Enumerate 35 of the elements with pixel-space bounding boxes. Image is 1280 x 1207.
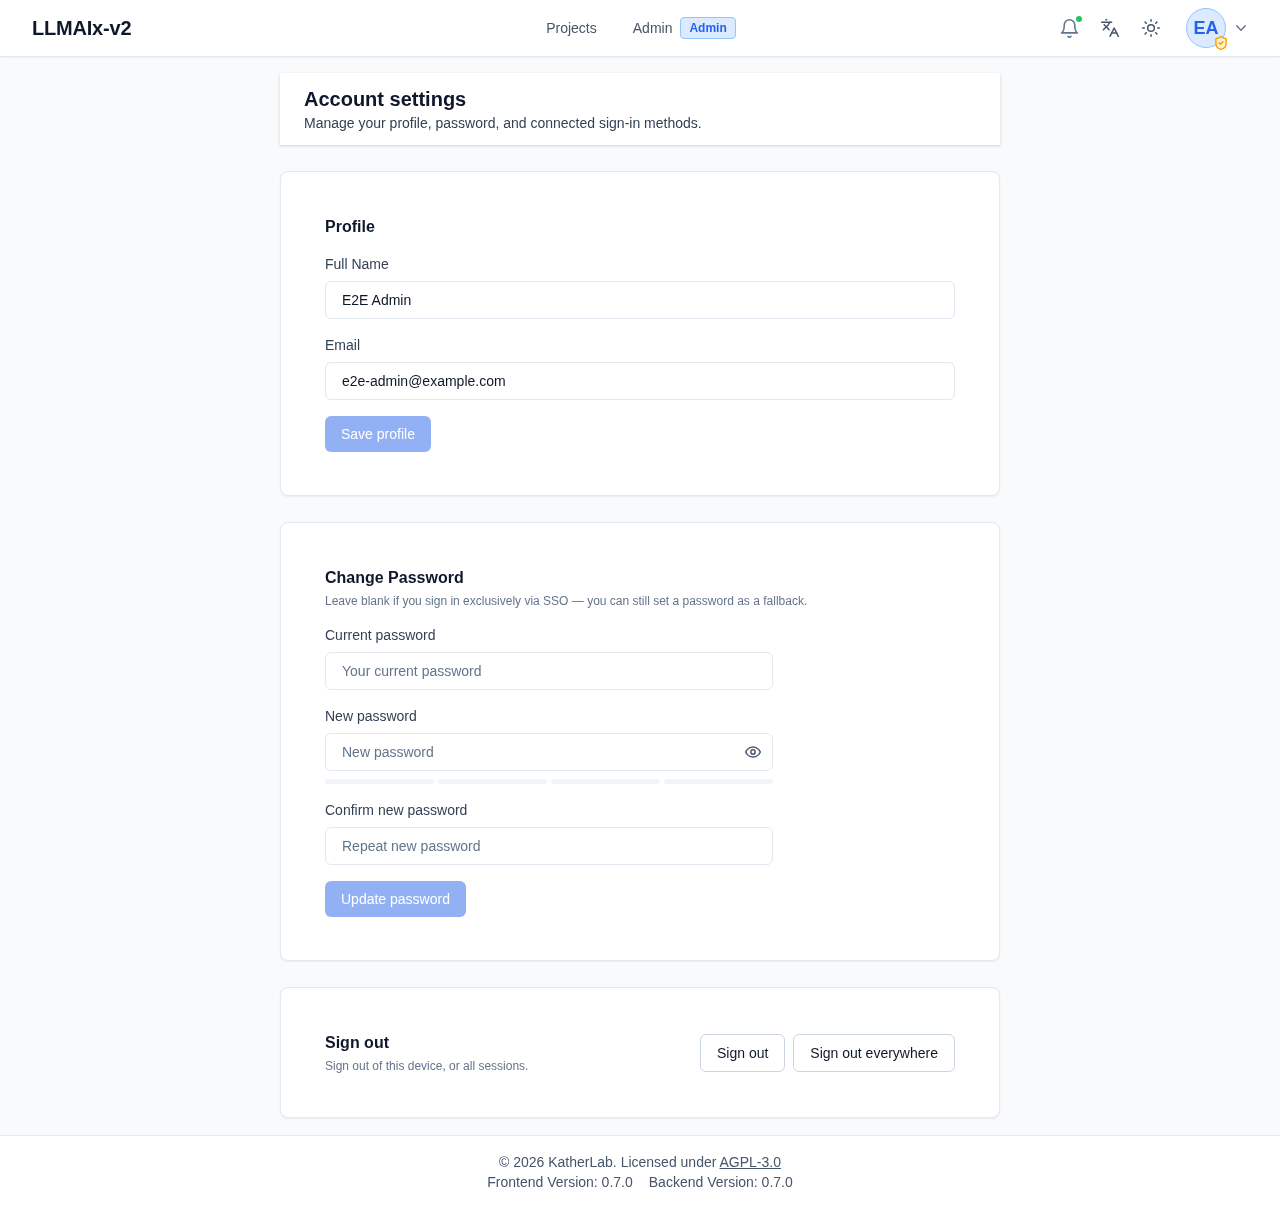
field-label: Current password xyxy=(325,626,437,645)
bell-icon xyxy=(1058,17,1080,39)
account-menu-button[interactable]: EA xyxy=(1182,4,1250,52)
sign-out-button[interactable]: Sign out everywhere xyxy=(793,1033,955,1072)
section-description: Leave blank if you sign in exclusively via SSO — you can still set a password as a fallback. xyxy=(325,593,809,609)
app-logo: LLMAIx-v2 xyxy=(32,16,132,40)
section-title: Change Password xyxy=(325,568,465,588)
translate-icon xyxy=(1100,18,1120,38)
role-badge: Admin xyxy=(680,17,736,39)
page-subtitle: Manage your profile, password, and connected sign-in methods. xyxy=(304,114,703,133)
field-label: New password xyxy=(325,707,418,726)
sun-icon xyxy=(1141,18,1161,38)
text-input[interactable]: E2E Admin xyxy=(325,281,955,319)
license-link[interactable]: AGPL-3.0 xyxy=(719,1154,781,1170)
eye-icon xyxy=(745,744,761,760)
page-title: Account settings xyxy=(304,87,468,112)
field-label: Full Name xyxy=(325,255,390,274)
section-title: Sign out xyxy=(325,1033,390,1053)
password-input[interactable]: Your current password xyxy=(325,652,773,690)
password-input[interactable]: Repeat new password xyxy=(325,827,773,865)
chevron-down-icon xyxy=(1236,25,1246,31)
text-input[interactable]: e2e-admin@example.com xyxy=(325,362,955,400)
field-label: Email xyxy=(325,336,361,355)
copyright-notice: © 2026 KatherLab. Licensed under AGPL-3.0 xyxy=(499,1153,781,1172)
nav-link[interactable]: Projects xyxy=(546,18,597,38)
sign-out-button[interactable]: Sign out xyxy=(700,1033,786,1072)
section-title: Profile xyxy=(325,217,376,237)
version-label: Backend Version: 0.7.0 xyxy=(648,1173,793,1192)
field-label: Confirm new password xyxy=(325,801,469,820)
avatar-initials: EA xyxy=(1186,8,1226,48)
show-password-button[interactable] xyxy=(745,744,761,760)
password-input[interactable]: New password xyxy=(325,733,773,771)
version-label: Frontend Version: 0.7.0 xyxy=(487,1173,633,1192)
section-description: Sign out of this device, or all sessions. xyxy=(325,1058,529,1074)
nav-link[interactable]: Admin xyxy=(632,18,673,38)
